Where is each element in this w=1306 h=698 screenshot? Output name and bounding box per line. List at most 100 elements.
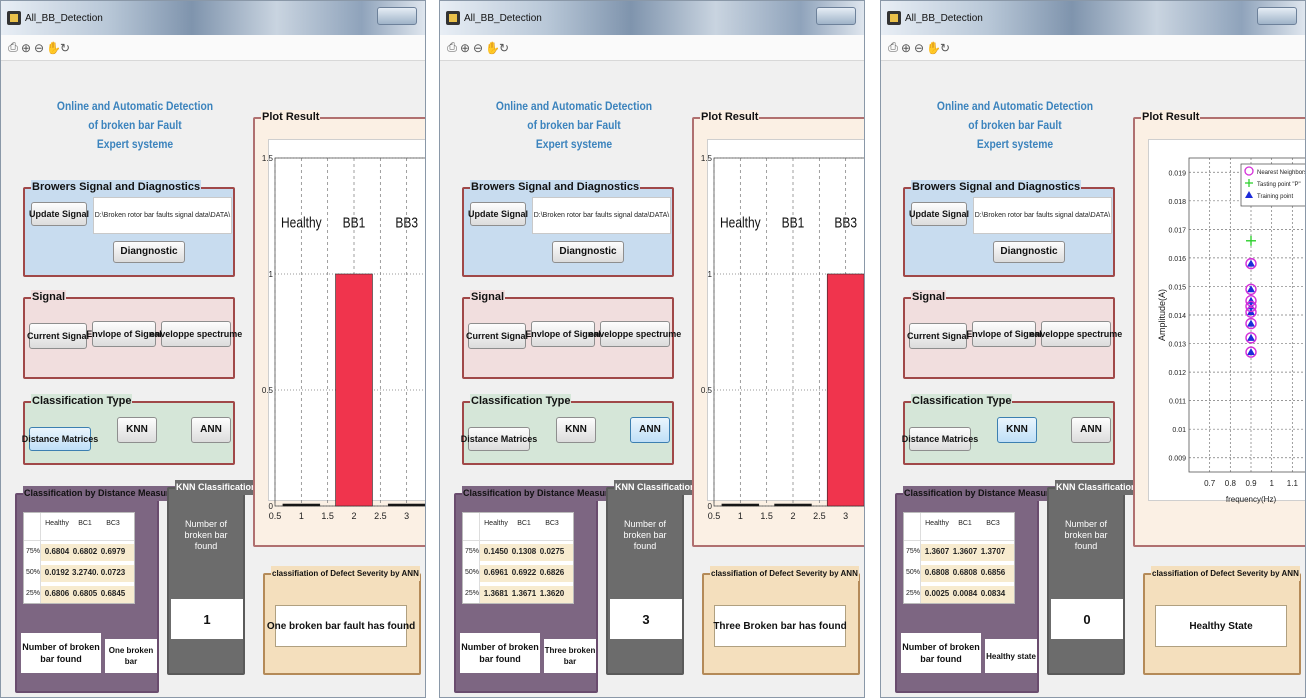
x-tick-label: 1.5: [321, 511, 334, 521]
distance-cell: 0.6808: [924, 568, 950, 577]
envelope-signal-button[interactable]: Envlope of Signal: [86, 321, 162, 347]
pan-icon[interactable]: ✋: [926, 41, 941, 55]
broken-bar-label: Number of broken bar found: [21, 633, 101, 673]
distance-matrices-button[interactable]: Distance Matrices: [22, 427, 98, 451]
current-signal-button[interactable]: Current Signal: [907, 323, 969, 349]
broken-bar-label: Number of broken bar found: [901, 633, 981, 673]
distance-matrices-button[interactable]: Distance Matrices: [461, 427, 537, 451]
window-controls[interactable]: [1257, 7, 1297, 25]
panel-title: Browers Signal and Diagnostics: [470, 180, 641, 195]
rotate-icon[interactable]: ↻: [59, 41, 71, 55]
zoom-out-icon[interactable]: ⊖: [33, 41, 45, 55]
distance-cell: 0.6845: [100, 589, 126, 598]
bar: [387, 503, 425, 507]
zoom-out-icon[interactable]: ⊖: [472, 41, 484, 55]
category-label: BB1: [782, 214, 805, 231]
toolbar: ⎙ ⊕ ⊖ ✋ ↻: [440, 35, 864, 61]
distance-classification-panel: Classification by Distance Measure Healt…: [15, 486, 176, 693]
y-tick-label: 0.018: [1168, 199, 1186, 206]
bar: [721, 503, 760, 507]
x-tick-label: 0.5: [269, 511, 282, 521]
heading-line: Online and Automatic Detection: [936, 99, 1094, 113]
update-signal-button[interactable]: Update Signal: [29, 202, 89, 226]
plot-panel: Plot Result 0.5 1 1.5 2 2.5 3 3.5 0 0.5 1 1.5 Healt…: [692, 110, 864, 547]
panel-title: Classification by Distance Measure: [23, 486, 176, 501]
print-icon[interactable]: ⎙: [446, 40, 458, 55]
diagnostic-button[interactable]: Diangnostic: [552, 241, 624, 263]
toolbar: ⎙ ⊕ ⊖ ✋ ↻: [1, 35, 425, 61]
print-icon[interactable]: ⎙: [887, 40, 899, 55]
rotate-icon[interactable]: ↻: [939, 41, 951, 55]
app-window-1: All_BB_Detection ⎙ ⊕ ⊖ ✋ ↻ Online and Au…: [0, 0, 426, 698]
app-heading: Online and Automatic Detection of broken…: [920, 97, 1109, 154]
knn-caption: Number of broken bar found: [623, 519, 667, 551]
category-label: BB1: [343, 214, 366, 231]
category-label: Healthy: [281, 214, 322, 231]
x-tick-label: 1.5: [760, 511, 773, 521]
y-tick-label: 0.011: [1169, 399, 1186, 406]
y-tick-label: 1: [269, 270, 274, 279]
y-tick-label: 1.5: [262, 154, 274, 163]
zoom-out-icon[interactable]: ⊖: [913, 41, 925, 55]
title-bar: All_BB_Detection: [440, 1, 864, 35]
distance-cell: 1.3607: [952, 547, 978, 556]
diagnostic-button[interactable]: Diangnostic: [993, 241, 1065, 263]
distance-matrices-button[interactable]: Distance Matrices: [902, 427, 978, 451]
ann-button[interactable]: ANN: [191, 417, 231, 443]
pan-icon[interactable]: ✋: [485, 41, 500, 55]
panel-title: KNN Classification: [1055, 480, 1138, 495]
y-tick-label: 0.016: [1168, 256, 1186, 263]
row-label: 25%: [26, 590, 41, 597]
envelope-spectrum-button[interactable]: enveloppe spectrume: [1030, 321, 1122, 347]
envelope-signal-button[interactable]: Envlope of Signal: [525, 321, 601, 347]
diagnostic-button[interactable]: Diangnostic: [113, 241, 185, 263]
y-tick-label: 0.014: [1168, 313, 1186, 320]
client-area: Online and Automatic Detection of broken…: [881, 61, 1305, 697]
current-signal-button[interactable]: Current Signal: [466, 323, 528, 349]
pan-icon[interactable]: ✋: [46, 41, 61, 55]
knn-button[interactable]: KNN: [117, 417, 157, 443]
panel-title: Classification Type: [470, 394, 572, 409]
panel-title: Plot Result: [700, 110, 760, 125]
distance-cell: 0.0834: [980, 589, 1006, 598]
rotate-icon[interactable]: ↻: [498, 41, 510, 55]
x-tick-label: 0.7: [1204, 479, 1216, 488]
knn-button[interactable]: KNN: [556, 417, 596, 443]
update-signal-button[interactable]: Update Signal: [909, 202, 969, 226]
broken-bar-value: Healthy state: [985, 639, 1037, 673]
matlab-icon: [7, 11, 21, 25]
envelope-spectrum-button[interactable]: enveloppe spectrume: [589, 321, 681, 347]
browse-panel: Browers Signal and Diagnostics Update Si…: [903, 180, 1115, 277]
window-controls[interactable]: [816, 7, 856, 25]
panel-title: Browers Signal and Diagnostics: [911, 180, 1082, 195]
legend-entry: Tasting point "P": [1257, 182, 1301, 188]
current-signal-button[interactable]: Current Signal: [27, 323, 89, 349]
distance-cell: 0.6802: [72, 547, 98, 556]
heading-line: Online and Automatic Detection: [56, 99, 214, 113]
knn-button[interactable]: KNN: [997, 417, 1037, 443]
zoom-in-icon[interactable]: ⊕: [459, 41, 471, 55]
signal-panel: Signal Current Signal Envlope of Signal …: [23, 290, 242, 379]
panel-title: KNN Classification: [614, 480, 697, 495]
envelope-signal-button[interactable]: Envlope of Signal: [966, 321, 1042, 347]
window-title: All_BB_Detection: [464, 13, 542, 24]
distance-cell: 0.0025: [924, 589, 950, 598]
zoom-in-icon[interactable]: ⊕: [900, 41, 912, 55]
title-bar: All_BB_Detection: [1, 1, 425, 35]
panel-title: classifiation of Defect Severity by ANN: [271, 566, 420, 581]
update-signal-button[interactable]: Update Signal: [468, 202, 528, 226]
ann-button[interactable]: ANN: [1071, 417, 1111, 443]
panel-title: classifiation of Defect Severity by ANN: [1151, 566, 1300, 581]
zoom-in-icon[interactable]: ⊕: [20, 41, 32, 55]
distance-table: Healthy BC1 BC3 75% 0.6804 0.6802 0.6979 50% 0.0…: [23, 512, 135, 604]
print-icon[interactable]: ⎙: [7, 40, 19, 55]
knn-classification-panel: KNN Classification Number of broken bar …: [606, 480, 697, 675]
knn-classification-panel: KNN Classification Number of broken bar …: [167, 480, 258, 675]
app-window-3: All_BB_Detection ⎙ ⊕ ⊖ ✋ ↻ Online and Au…: [880, 0, 1306, 698]
column-header: Healthy: [484, 520, 508, 527]
ann-button[interactable]: ANN: [630, 417, 670, 443]
grid-line: [904, 540, 1014, 541]
toolbar: ⎙ ⊕ ⊖ ✋ ↻: [881, 35, 1305, 61]
window-controls[interactable]: [377, 7, 417, 25]
envelope-spectrum-button[interactable]: enveloppe spectrume: [150, 321, 242, 347]
